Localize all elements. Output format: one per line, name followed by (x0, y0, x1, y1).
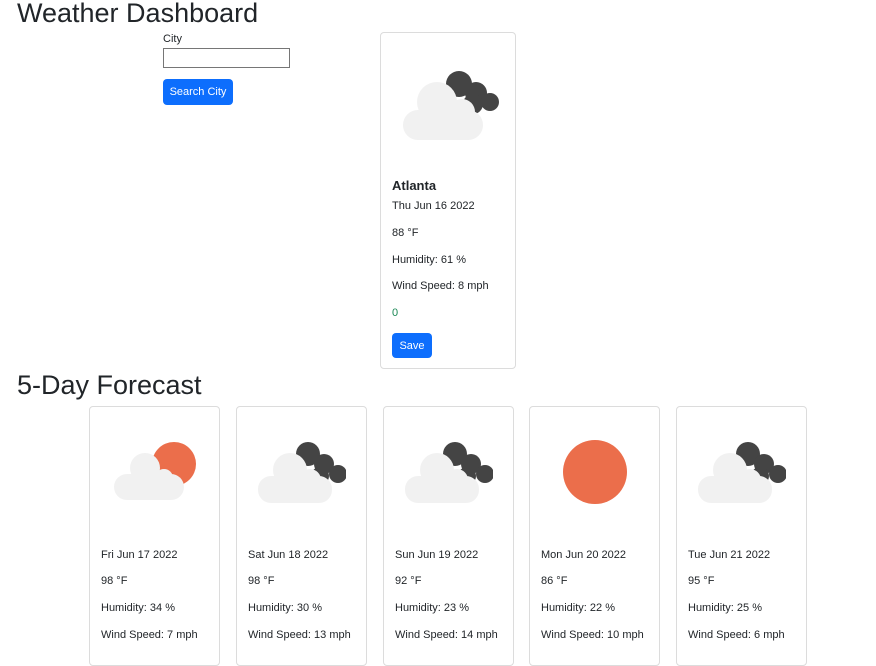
forecast-temperature: 98 °F (101, 575, 128, 587)
forecast-temperature: 92 °F (395, 575, 422, 587)
save-button[interactable]: Save (392, 333, 432, 358)
current-weather-card: Atlanta Thu Jun 16 2022 88 °F Humidity: … (380, 32, 516, 369)
forecast-card: Tue Jun 21 2022 95 °F Humidity: 25 % Win… (676, 406, 807, 666)
forecast-title: 5-Day Forecast (17, 370, 202, 400)
forecast-date: Sat Jun 18 2022 (248, 549, 329, 561)
dark-cloudy-icon (258, 442, 346, 503)
search-city-button[interactable]: Search City (163, 79, 233, 105)
forecast-card: Sat Jun 18 2022 98 °F Humidity: 30 % Win… (236, 406, 367, 666)
forecast-humidity: Humidity: 23 % (395, 602, 469, 614)
city-label: City (163, 33, 182, 45)
uv-index-value: 0 (392, 307, 399, 319)
forecast-temperature: 98 °F (248, 575, 275, 587)
current-city-name: Atlanta (392, 178, 437, 193)
forecast-card: Mon Jun 20 2022 86 °F Humidity: 22 % Win… (529, 406, 660, 666)
sun-icon (563, 440, 627, 504)
current-humidity: Humidity: 61 % (392, 254, 466, 266)
dark-cloudy-icon (698, 442, 786, 503)
page-title: Weather Dashboard (17, 0, 259, 28)
dark-cloudy-icon (403, 71, 499, 140)
forecast-wind-speed: Wind Speed: 13 mph (248, 629, 351, 641)
forecast-humidity: Humidity: 34 % (101, 602, 175, 614)
forecast-wind-speed: Wind Speed: 14 mph (395, 629, 498, 641)
current-temperature: 88 °F (392, 227, 419, 239)
current-wind-speed: Wind Speed: 8 mph (392, 280, 489, 292)
forecast-date: Tue Jun 21 2022 (688, 549, 771, 561)
forecast-humidity: Humidity: 30 % (248, 602, 322, 614)
forecast-date: Fri Jun 17 2022 (101, 549, 178, 561)
forecast-wind-speed: Wind Speed: 6 mph (688, 629, 785, 641)
forecast-card: Fri Jun 17 2022 98 °F Humidity: 34 % Win… (89, 406, 220, 666)
forecast-date: Mon Jun 20 2022 (541, 549, 627, 561)
forecast-card: Sun Jun 19 2022 92 °F Humidity: 23 % Win… (383, 406, 514, 666)
forecast-humidity: Humidity: 22 % (541, 602, 615, 614)
partly-sunny-icon (114, 442, 196, 500)
forecast-wind-speed: Wind Speed: 7 mph (101, 629, 198, 641)
forecast-humidity: Humidity: 25 % (688, 602, 762, 614)
current-date: Thu Jun 16 2022 (392, 200, 475, 212)
forecast-temperature: 95 °F (688, 575, 715, 587)
dark-cloudy-icon (405, 442, 493, 503)
city-search-input[interactable] (163, 48, 290, 68)
forecast-wind-speed: Wind Speed: 10 mph (541, 629, 644, 641)
forecast-temperature: 86 °F (541, 575, 568, 587)
forecast-date: Sun Jun 19 2022 (395, 549, 479, 561)
